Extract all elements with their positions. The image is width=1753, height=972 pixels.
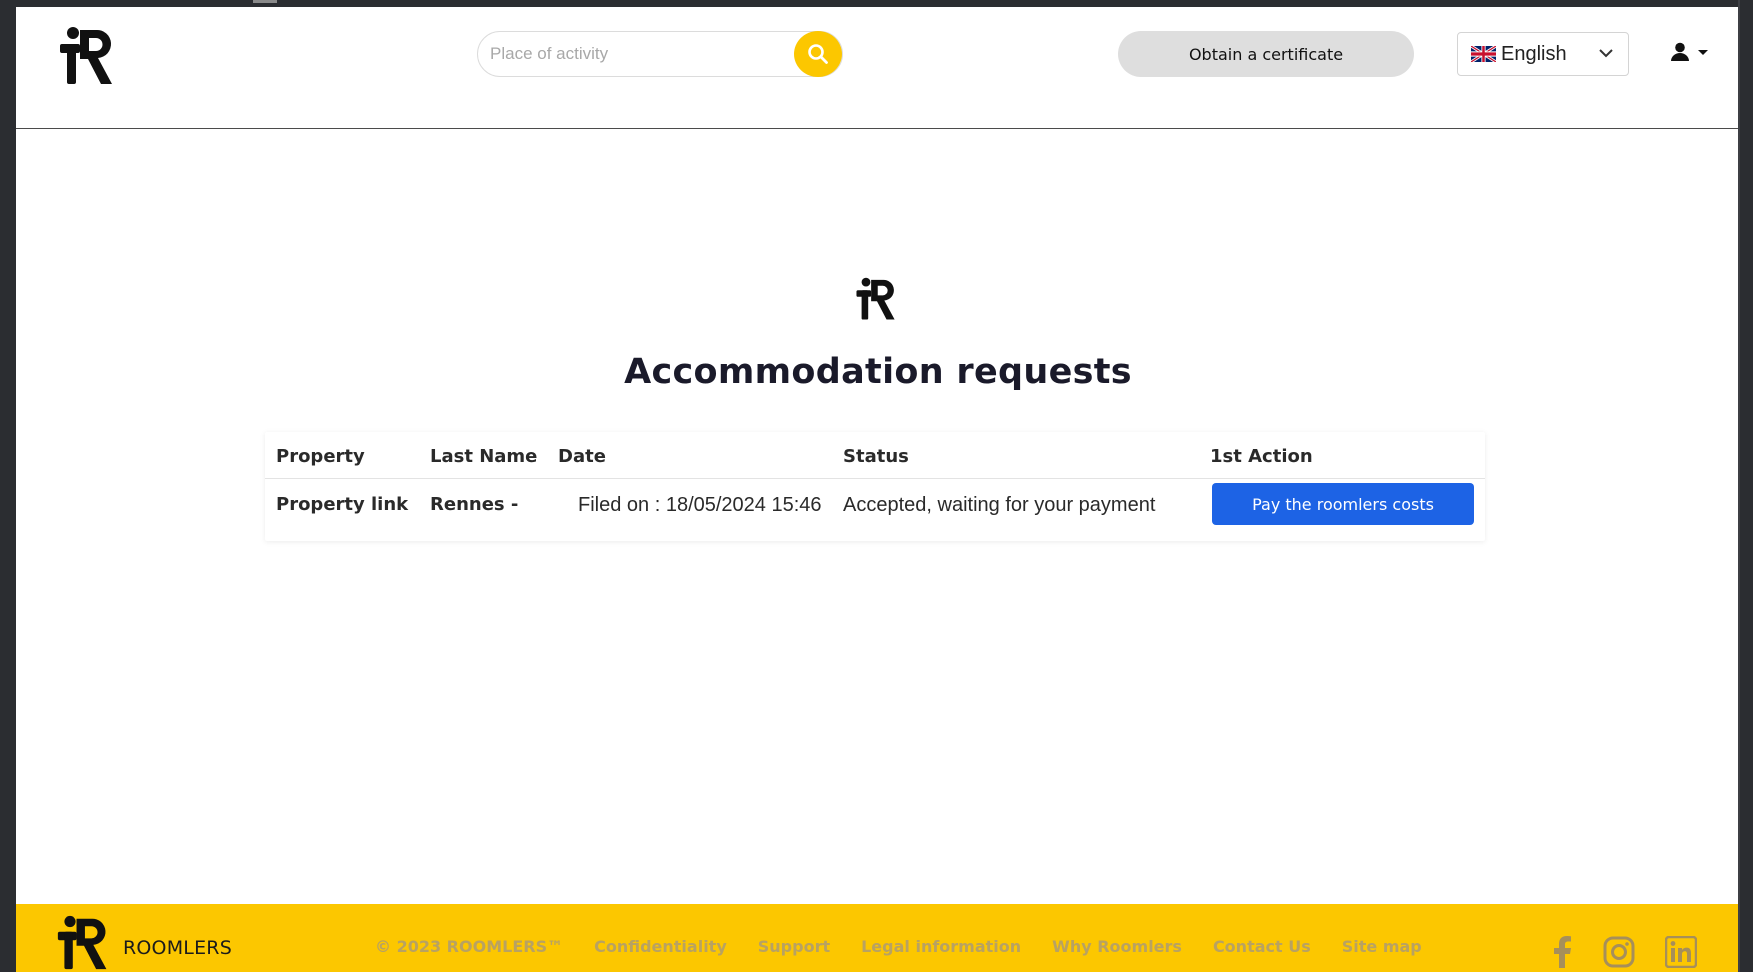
page: Obtain a certificate English — [16, 7, 1740, 972]
status-cell: Accepted, waiting for your payment — [843, 494, 1156, 516]
search-bar — [477, 31, 843, 77]
roomlers-center-logo — [856, 277, 895, 320]
column-header-property: Property — [276, 446, 365, 467]
column-header-date: Date — [558, 446, 606, 467]
site-footer: ROOMLERS © 2023 ROOMLERS™ Confidentialit… — [16, 904, 1740, 972]
roomlers-logo[interactable] — [58, 25, 118, 87]
user-menu[interactable] — [1670, 42, 1710, 62]
footer-link-legal[interactable]: Legal information — [861, 937, 1021, 956]
footer-link-confidentiality[interactable]: Confidentiality — [594, 937, 727, 956]
page-title: Accommodation requests — [624, 352, 1132, 392]
table-header: Property Last Name Date Status 1st Actio… — [265, 432, 1485, 479]
uk-flag-icon — [1471, 46, 1496, 62]
footer-links: © 2023 ROOMLERS™ Confidentiality Support… — [375, 937, 1453, 956]
footer-link-sitemap[interactable]: Site map — [1342, 937, 1422, 956]
chevron-down-icon — [1599, 49, 1613, 58]
caret-down-icon — [1698, 50, 1708, 55]
search-button[interactable] — [794, 31, 842, 77]
column-header-last-name: Last Name — [430, 446, 538, 467]
search-input[interactable] — [490, 40, 780, 68]
social-links — [1551, 936, 1697, 968]
requests-table: Property Last Name Date Status 1st Actio… — [265, 432, 1485, 541]
instagram-icon[interactable] — [1603, 936, 1635, 968]
footer-link-why-roomlers[interactable]: Why Roomlers — [1052, 937, 1182, 956]
footer-brand: ROOMLERS — [123, 937, 232, 959]
pay-roomlers-costs-button[interactable]: Pay the roomlers costs — [1212, 483, 1474, 525]
window-edge — [1738, 0, 1740, 972]
footer-copyright: © 2023 ROOMLERS™ — [375, 937, 564, 956]
footer-link-support[interactable]: Support — [758, 937, 830, 956]
footer-logo[interactable] — [56, 914, 112, 972]
obtain-certificate-button[interactable]: Obtain a certificate — [1118, 31, 1414, 77]
site-header: Obtain a certificate English — [16, 7, 1740, 129]
date-cell: Filed on : 18/05/2024 15:46 — [578, 494, 822, 516]
browser-top-strip — [0, 0, 1753, 7]
search-icon — [808, 44, 828, 64]
user-icon — [1671, 42, 1689, 61]
window-tab-indicator — [253, 0, 277, 3]
linkedin-icon[interactable] — [1665, 936, 1697, 968]
last-name-cell: Rennes - — [430, 494, 519, 515]
language-select[interactable]: English — [1457, 32, 1629, 76]
column-header-action: 1st Action — [1210, 446, 1313, 467]
property-link[interactable]: Property link — [276, 494, 408, 515]
facebook-icon[interactable] — [1551, 936, 1573, 968]
footer-link-contact[interactable]: Contact Us — [1213, 937, 1311, 956]
language-label: English — [1501, 42, 1567, 65]
column-header-status: Status — [843, 446, 909, 467]
